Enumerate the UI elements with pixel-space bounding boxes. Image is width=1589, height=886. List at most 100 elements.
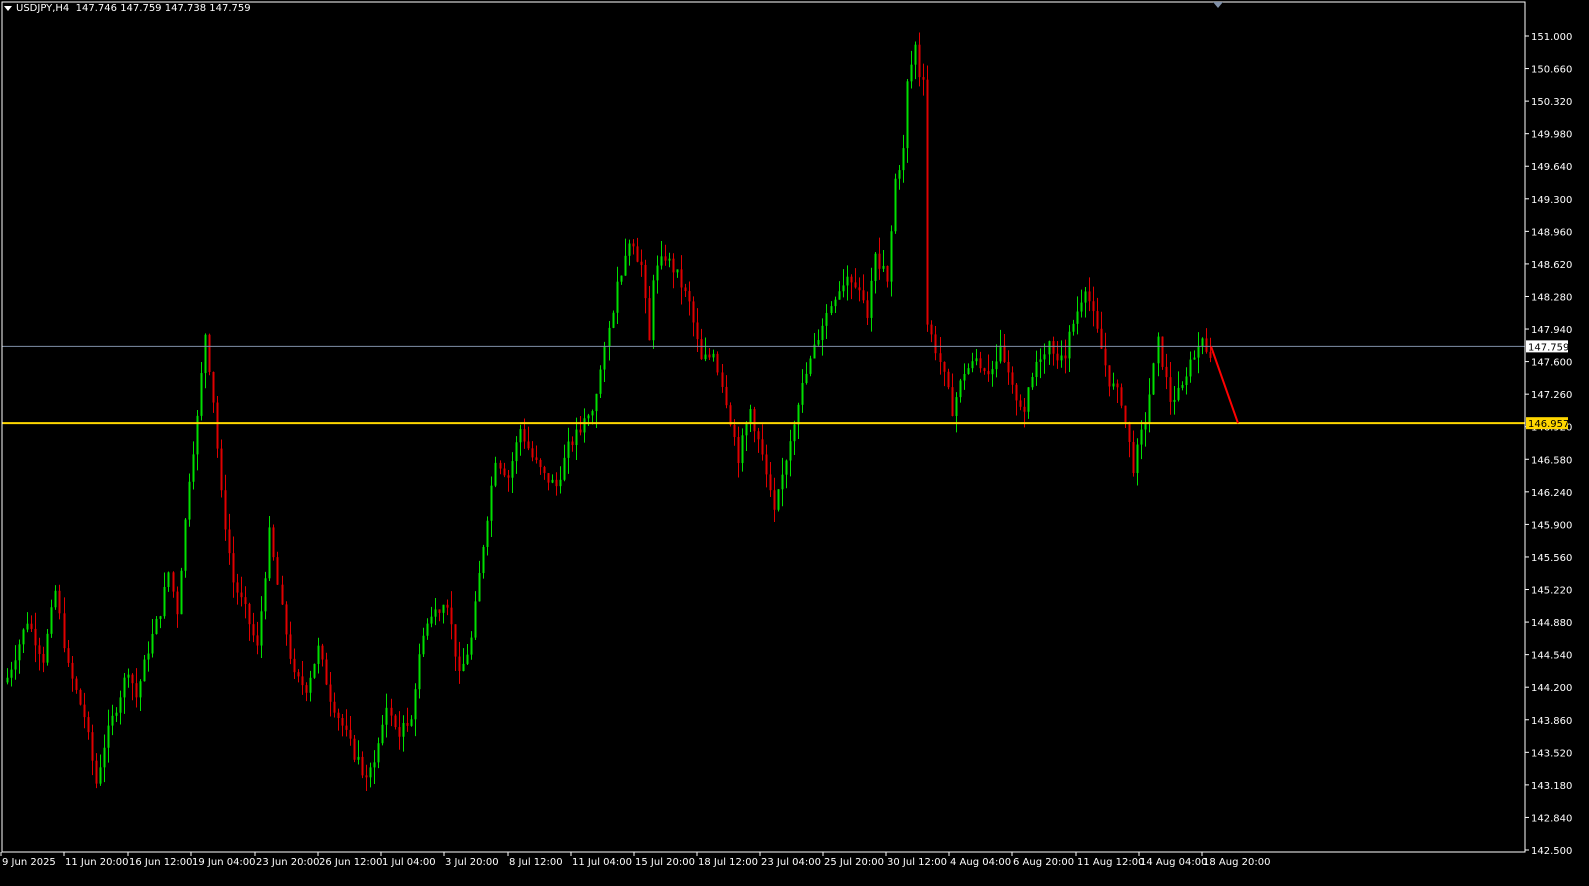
candle-body [1064, 355, 1067, 359]
x-tick-label: 18 Aug 20:00 [1203, 857, 1270, 868]
candle-body [741, 435, 744, 464]
candle-body [394, 715, 397, 728]
y-tick-label: 143.180 [1531, 781, 1572, 792]
candle-body [874, 253, 877, 281]
candle-body [236, 582, 239, 593]
candle-body [486, 520, 489, 547]
candle-body [737, 437, 740, 464]
candle-body [725, 386, 728, 406]
candle-body [1173, 399, 1176, 402]
candle-body [1092, 301, 1095, 312]
candle-body [430, 616, 433, 624]
candle-body [716, 353, 719, 373]
candle-body [519, 429, 522, 443]
y-tick-label: 146.580 [1531, 455, 1572, 466]
candle-body [71, 662, 74, 679]
candle-body [454, 624, 457, 657]
candle-body [442, 604, 445, 613]
candle-body [1197, 346, 1200, 358]
candle-body [1136, 444, 1139, 474]
candle-body [6, 677, 9, 683]
candle-body [103, 747, 106, 768]
axes-group: 151.000 150.660 150.320 149.980 149.640 149.3… [0, 1, 1572, 868]
candle-body [204, 334, 207, 374]
candle-body [700, 339, 703, 360]
candle-body [345, 725, 348, 730]
candle-body [987, 371, 990, 375]
candle-body [289, 634, 292, 659]
candle-body [1068, 331, 1071, 359]
candle-body [1108, 365, 1111, 387]
chart-shift-marker-icon[interactable] [1213, 2, 1223, 8]
candle-body [926, 79, 929, 325]
candle-body [95, 760, 98, 784]
candle-body [1080, 302, 1083, 312]
candle-body [983, 368, 986, 372]
candle-body [18, 644, 21, 661]
candle-body [422, 635, 425, 655]
candle-body [1185, 376, 1188, 386]
candle-body [547, 473, 550, 483]
candle-body [139, 681, 142, 698]
candle-body [967, 368, 970, 374]
candle-body [664, 256, 667, 261]
candle-body [1189, 359, 1192, 377]
candle-body [527, 441, 530, 449]
candle-body [1193, 357, 1196, 360]
candle-body [1048, 341, 1051, 355]
candle-body [1124, 405, 1127, 423]
candle-body [426, 623, 429, 636]
candle-body [862, 290, 865, 301]
candle-body [971, 361, 974, 369]
candle-body [256, 635, 259, 646]
candle-body [825, 312, 828, 326]
candle-body [680, 269, 683, 288]
candle-body [50, 607, 53, 634]
candle-body [765, 454, 768, 475]
candle-body [470, 637, 473, 655]
candle-body [462, 663, 465, 671]
candle-body [1169, 377, 1172, 402]
candle-body [248, 604, 251, 625]
candle-body [749, 409, 752, 424]
candle-body [583, 418, 586, 433]
candle-body [1132, 441, 1135, 474]
candle-body [196, 415, 199, 455]
candle-body [1161, 336, 1164, 367]
candle-body [616, 281, 619, 313]
candle-body [789, 441, 792, 461]
y-tick-label: 145.220 [1531, 586, 1572, 597]
candle-body [959, 380, 962, 398]
candle-body [777, 489, 780, 510]
candle-body [252, 624, 255, 636]
candle-body [608, 327, 611, 347]
candle-body [155, 618, 158, 634]
candle-body [305, 685, 308, 693]
candle-body [955, 397, 958, 416]
candle-body [1152, 363, 1155, 395]
candle-body [563, 457, 566, 480]
candle-body [1035, 361, 1038, 378]
candle-body [22, 629, 25, 645]
candle-body [410, 719, 413, 726]
candle-body [42, 653, 45, 663]
candle-body [115, 712, 118, 716]
candle-body [313, 663, 316, 678]
candle-body [301, 676, 304, 686]
candle-body [1140, 429, 1143, 445]
candle-body [1027, 387, 1030, 412]
candle-body [704, 354, 707, 360]
y-tick-label: 148.620 [1531, 260, 1572, 271]
forecast-arrow[interactable] [1210, 346, 1239, 424]
candle-body [930, 324, 933, 335]
candle-body [216, 402, 219, 449]
y-tick-label: 147.600 [1531, 358, 1572, 369]
candle-body [381, 724, 384, 744]
candle-body [131, 674, 134, 684]
candle-body [854, 282, 857, 288]
candle-body [878, 253, 881, 269]
candle-body [834, 299, 837, 307]
price-chart[interactable]: 151.000 150.660 150.320 149.980 149.640 149.3… [0, 0, 1589, 886]
candle-body [353, 738, 356, 760]
candle-body [466, 654, 469, 664]
